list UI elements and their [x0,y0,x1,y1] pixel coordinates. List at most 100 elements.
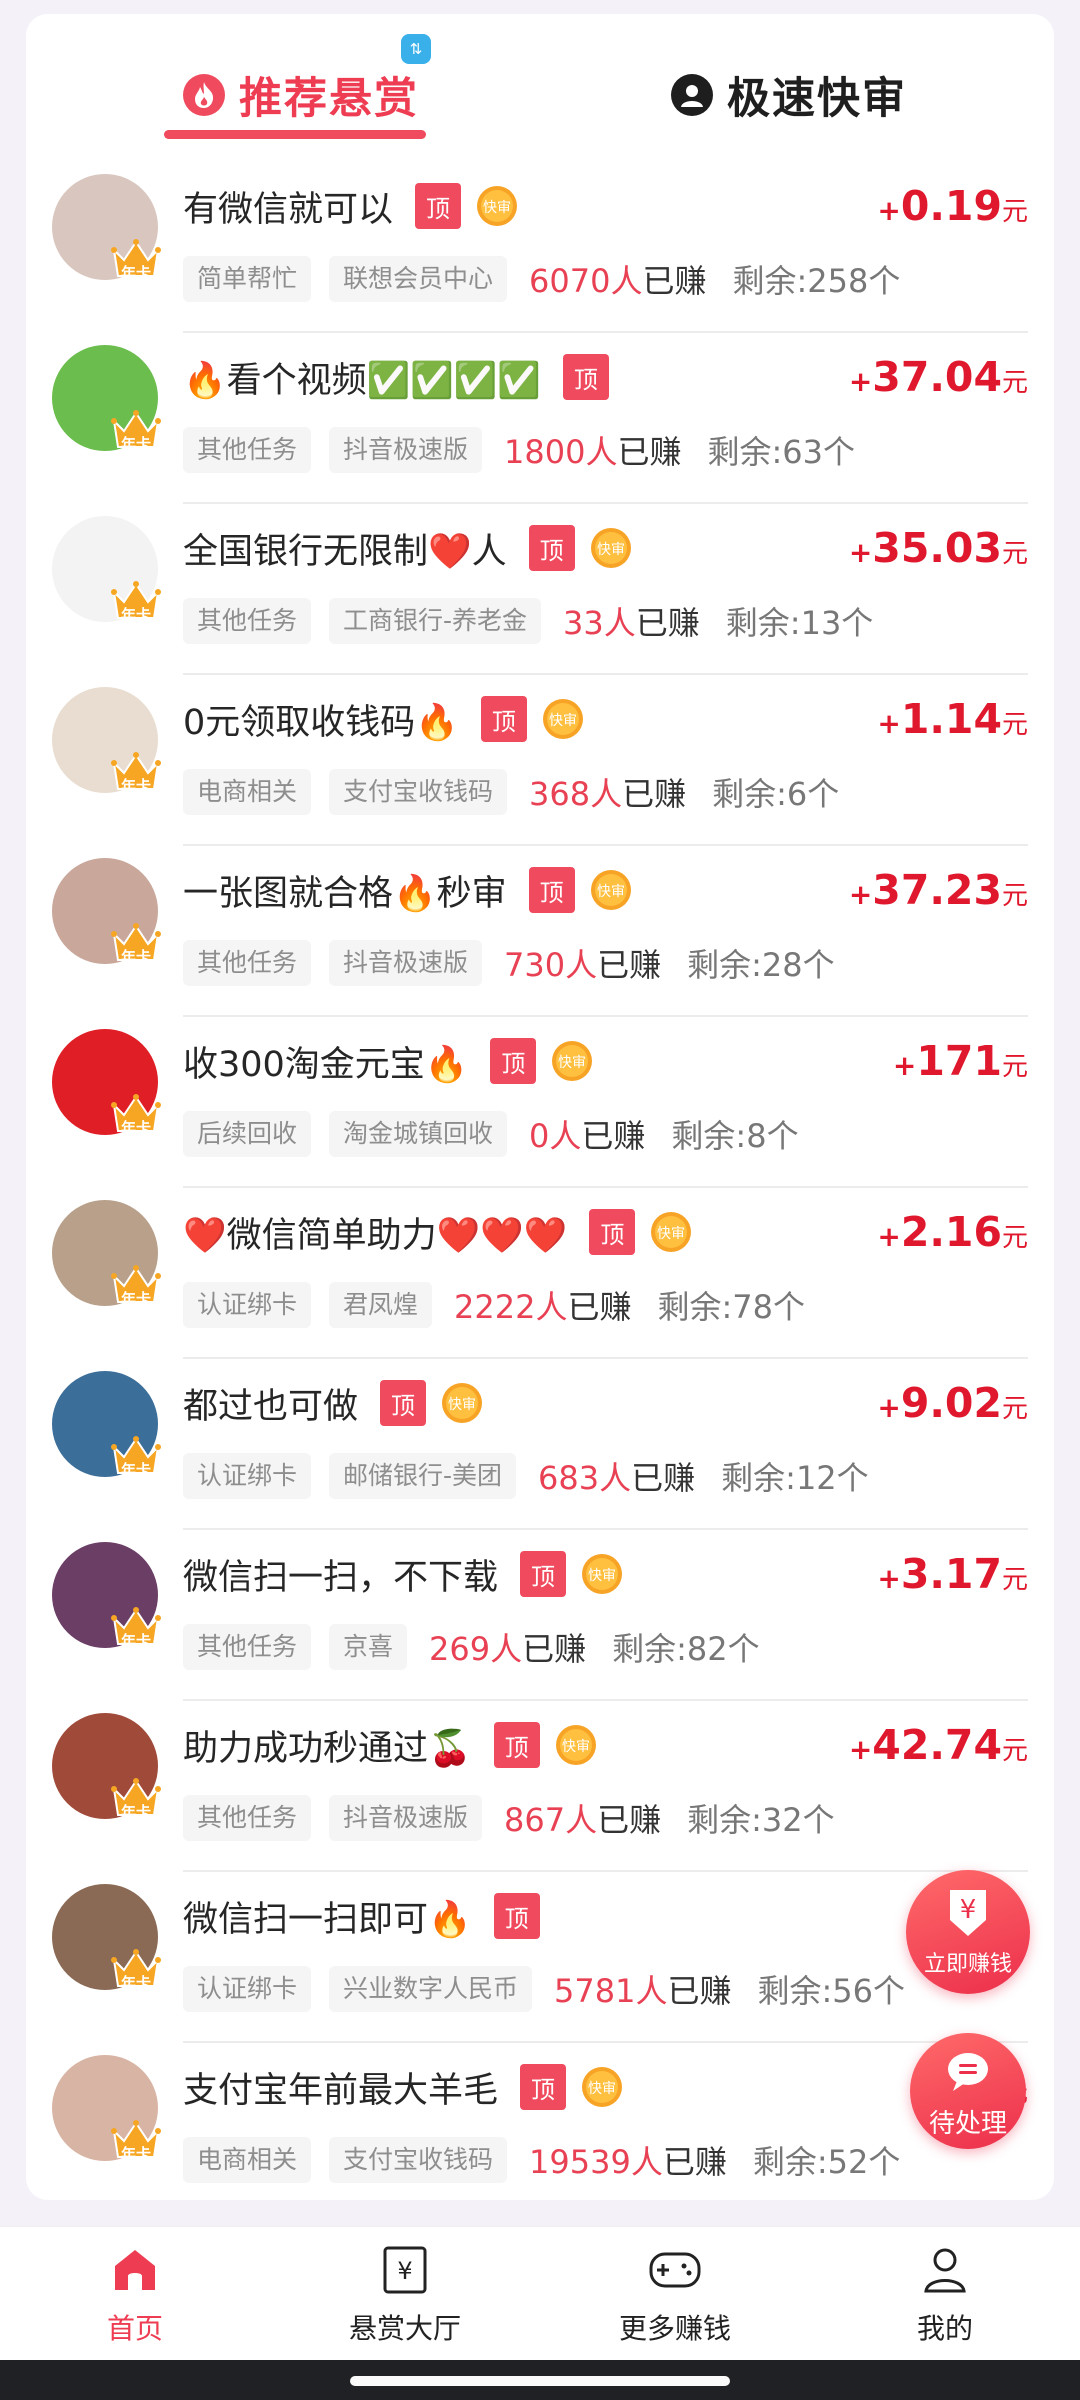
reward-hall-icon: ¥ [305,2237,505,2303]
earned-count: 683人已赚 [538,1459,696,1497]
vip-crown-icon: 年卡 [110,1946,162,1998]
pin-top-badge: 顶 [380,1380,427,1426]
task-item[interactable]: 年卡 都过也可做顶 快审 +9.02元 认证绑卡 邮储银行-美团 683人已赚 剩余:12个 [26,1359,1054,1530]
vip-crown-icon: 年卡 [110,1604,162,1656]
fast-review-badge: 快审 [589,868,633,912]
svg-text:¥: ¥ [397,2257,412,2285]
earned-count: 269人已赚 [429,1630,587,1668]
task-meta-row: 其他任务 抖音极速版 1800人已赚 剩余:63个 [183,425,855,475]
tab-recommended[interactable]: 推荐悬赏 [183,60,419,130]
task-meta-row: 后续回收 淘金城镇回收 0人已赚 剩余:8个 [183,1109,799,1159]
pin-top-badge: 顶 [493,1893,540,1939]
task-item[interactable]: 年卡 有微信就可以顶 快审 +0.19元 简单帮忙 联想会员中心 6070人已赚 剩余:258… [26,162,1054,333]
fast-review-badge: 快审 [440,1381,484,1425]
vip-crown-label: 年卡 [120,777,151,795]
task-title-row: ❤️微信简单助力❤️❤️❤️ 顶 快审 [183,1204,693,1260]
task-meta-row: 其他任务 工商银行-养老金 33人已赚 剩余:13个 [183,596,873,646]
fast-review-badge: 快审 [580,1552,624,1596]
avatar-wrapper: 年卡 [52,1371,161,1479]
vip-crown-label: 年卡 [120,1461,151,1479]
vip-crown-icon: 年卡 [110,749,162,801]
pending-label: 待处理 [928,2109,1007,2139]
vip-crown-icon: 年卡 [110,236,162,288]
merchant-tag: 联想会员中心 [329,256,508,302]
vip-crown-label: 年卡 [120,1974,151,1992]
task-meta-row: 认证绑卡 兴业数字人民币 5781人已赚 剩余:56个 [183,1964,905,2014]
earned-count: 730人已赚 [504,946,662,984]
earned-count: 0人已赚 [529,1117,646,1155]
vip-crown-icon: 年卡 [110,1262,162,1314]
reward-amount: +0.19元 [877,182,1028,230]
vip-crown-label: 年卡 [120,1803,151,1821]
avatar-wrapper: 年卡 [52,1542,161,1650]
earn-now-button[interactable]: ¥ 立即赚钱 [906,1870,1030,1994]
task-item[interactable]: 年卡 助力成功秒通过🍒 顶 快审 +42.74元 其他任务 抖音极速版 867人已赚 剩余:32… [26,1701,1054,1872]
category-tag: 认证绑卡 [183,1282,312,1328]
pin-top-badge: 顶 [480,696,527,742]
task-item[interactable]: 年卡 0元领取收钱码🔥 顶 快审 +1.14元 电商相关 支付宝收钱码 368人已赚 剩余:6个 [26,675,1054,846]
fast-review-badge: 快审 [580,2065,624,2109]
svg-text:快审: 快审 [657,1226,685,1242]
tab-bar: 推荐悬赏 ⇅ 极速快审 [26,14,1054,144]
chat-bubble-icon [910,2051,1026,2093]
task-meta-row: 认证绑卡 君凤煌 2222人已赚 剩余:78个 [183,1280,805,1330]
task-title: 🔥看个视频✅✅✅✅ [183,360,541,401]
refresh-badge-icon: ⇅ [401,34,431,64]
remaining-count: 剩余:82个 [612,1630,760,1668]
task-list: 年卡 有微信就可以顶快审 +0.19元 简单帮忙 联想会员中心 6070人已赚 剩余:258… [26,162,1054,2200]
tab-recommended-label: 推荐悬赏 [239,74,419,124]
svg-text:快审: 快审 [588,2081,616,2097]
pin-top-badge: 顶 [493,1722,540,1768]
vip-crown-icon: 年卡 [110,1775,162,1827]
task-item[interactable]: 年卡 🔥看个视频✅✅✅✅ 顶 +37.04元 其他任务 抖音极速版 1800人已赚 剩余:63… [26,333,1054,504]
pin-top-badge: 顶 [520,1551,567,1597]
svg-text:快审: 快审 [588,1568,616,1584]
tab-fast-review[interactable]: 极速快审 [671,60,907,130]
task-item[interactable]: 年卡 收300淘金元宝🔥 顶 快审 +171元 后续回收 淘金城镇回收 0人已赚 剩余:8个 [26,1017,1054,1188]
avatar-wrapper: 年卡 [52,1200,161,1308]
task-meta-row: 其他任务 抖音极速版 867人已赚 剩余:32个 [183,1793,835,1843]
task-title: 助力成功秒通过🍒 [183,1728,472,1769]
vip-crown-icon: 年卡 [110,920,162,972]
category-tag: 其他任务 [183,1624,312,1670]
task-title-row: 微信扫一扫即可🔥 顶 [183,1888,540,1944]
task-item[interactable]: 年卡 ❤️微信简单助力❤️❤️❤️ 顶 快审 +2.16元 认证绑卡 君凤煌 2222人已赚剩… [26,1188,1054,1359]
avatar-wrapper: 年卡 [52,1029,161,1137]
task-title: 全国银行无限制❤️人 [183,531,507,572]
pin-top-badge: 顶 [415,183,462,229]
task-item[interactable]: 年卡支付宝年前最大羊毛顶快审+元电商相关支付宝收钱码19539人已赚剩余:52个 [26,2043,1054,2200]
nav-mine[interactable]: 我的 [845,2237,1045,2347]
task-meta-row: 其他任务 京喜 269人已赚 剩余:82个 [183,1622,760,1672]
merchant-tag: 邮储银行-美团 [329,1453,517,1499]
fast-review-badge: 快审 [550,1039,594,1083]
nav-more-earn[interactable]: 更多赚钱 [575,2237,775,2347]
task-item[interactable]: 年卡 一张图就合格🔥秒审顶 快审 +37.23元 其他任务 抖音极速版 730人已赚 剩余:2… [26,846,1054,1017]
vip-crown-icon: 年卡 [110,578,162,630]
earned-count: 1800人已赚 [504,433,682,471]
merchant-tag: 君凤煌 [329,1282,433,1328]
svg-text:快审: 快审 [483,200,511,216]
vip-crown-label: 年卡 [120,606,151,624]
merchant-tag: 支付宝收钱码 [329,2137,508,2183]
pin-top-badge: 顶 [520,2064,567,2110]
bottom-nav: 首页 ¥ 悬赏大厅 更多赚钱 我的 [0,2226,1080,2361]
nav-home[interactable]: 首页 [35,2237,235,2347]
merchant-tag: 淘金城镇回收 [329,1111,508,1157]
task-title-row: 都过也可做顶 快审 [183,1375,484,1431]
reward-amount: +37.23元 [848,866,1028,914]
pending-button[interactable]: 待处理 [910,2033,1026,2149]
remaining-count: 剩余:56个 [757,1972,906,2010]
task-title-row: 有微信就可以顶 快审 [183,178,519,234]
svg-text:¥: ¥ [960,1895,977,1925]
reward-amount: +42.74元 [848,1721,1028,1769]
task-item[interactable]: 年卡 全国银行无限制❤️人顶 快审 +35.03元 其他任务 工商银行-养老金 33人已赚剩… [26,504,1054,675]
home-icon [35,2237,235,2303]
nav-reward-hall[interactable]: ¥ 悬赏大厅 [305,2237,505,2347]
avatar-wrapper: 年卡 [52,687,161,795]
vip-crown-label: 年卡 [120,2145,151,2163]
home-indicator[interactable] [350,2376,730,2386]
task-item[interactable]: 年卡微信扫一扫即可🔥顶+8元认证绑卡兴业数字人民币5781人已赚剩余:56个 [26,1872,1054,2043]
reward-amount: +37.04元 [848,353,1028,401]
task-meta-row: 认证绑卡 邮储银行-美团 683人已赚 剩余:12个 [183,1451,869,1501]
task-item[interactable]: 年卡 微信扫一扫，不下载顶 快审 +3.17元 其他任务 京喜 269人已赚 剩余:82个 [26,1530,1054,1701]
